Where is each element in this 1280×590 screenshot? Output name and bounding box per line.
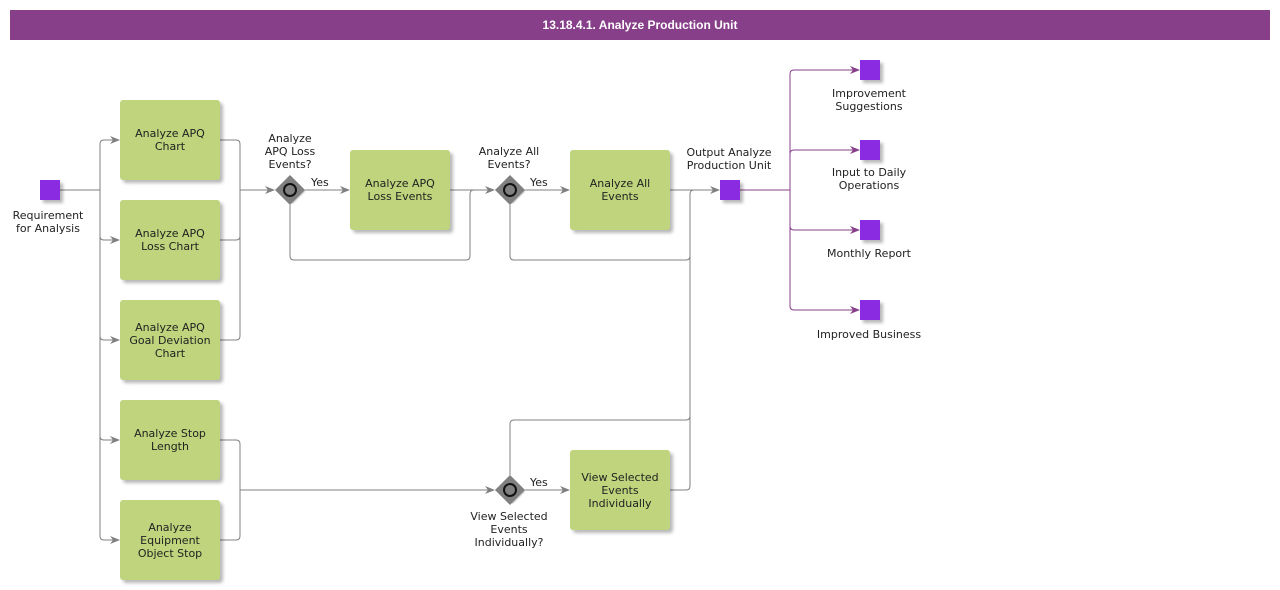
output-data-object[interactable] [720, 180, 740, 200]
flow-split-t3 [99, 190, 120, 344]
result-data-object[interactable] [860, 220, 880, 240]
flow-t3-merge [220, 190, 241, 341]
output-label: Output Analyze Production Unit [686, 146, 772, 172]
task-analyze-all-events[interactable]: Analyze All Events [570, 150, 670, 230]
flow-split-t4 [99, 190, 120, 444]
task-analyze-apq-chart[interactable]: Analyze APQ Chart [120, 100, 220, 180]
result-data-object[interactable] [860, 140, 880, 160]
flow-t5-merge [220, 490, 241, 541]
flow-split-t2 [99, 190, 120, 244]
flow-t8-output [670, 416, 691, 491]
task-analyze-apq-loss-events[interactable]: Analyze APQ Loss Events [350, 150, 450, 230]
flow-split-t5 [99, 190, 120, 544]
start-data-object[interactable] [40, 180, 60, 200]
task-analyze-stop-length[interactable]: Analyze Stop Length [120, 400, 220, 480]
flow-t2-merge [220, 190, 241, 241]
result-data-object[interactable] [860, 60, 880, 80]
task-analyze-apq-loss-chart[interactable]: Analyze APQ Loss Chart [120, 200, 220, 280]
flow-split-t1 [99, 136, 120, 190]
result-label: Improved Business [816, 328, 922, 341]
gateway-view-selected-events[interactable] [495, 475, 525, 505]
result-label: Input to Daily Operations [831, 166, 907, 192]
task-analyze-equipment-object-stop[interactable]: Analyze Equipment Object Stop [120, 500, 220, 580]
result-label: Improvement Suggestions [832, 87, 906, 113]
flow-t1-merge [220, 139, 241, 190]
gateway-yes-label: Yes [530, 176, 548, 189]
task-analyze-apq-goal-deviation-chart[interactable]: Analyze APQ Goal Deviation Chart [120, 300, 220, 380]
flow-t4-merge [220, 439, 241, 490]
result-data-object[interactable] [860, 300, 880, 320]
flow-output-r3 [789, 190, 860, 234]
gateway-yes-label: Yes [530, 476, 548, 489]
gateway-label: View Selected Events Individually? [470, 510, 548, 549]
task-view-selected-events-individually[interactable]: View Selected Events Individually [570, 450, 670, 530]
gateway-analyze-all-events[interactable] [495, 175, 525, 205]
flow-g3-no [509, 194, 691, 475]
gateway-yes-label: Yes [311, 176, 329, 189]
start-label: Requirement for Analysis [12, 209, 84, 235]
gateway-label: Analyze APQ Loss Events? [264, 132, 316, 171]
gateway-analyze-apq-loss-events[interactable] [275, 175, 305, 205]
gateway-label: Analyze All Events? [478, 145, 540, 171]
result-label: Monthly Report [826, 247, 912, 260]
